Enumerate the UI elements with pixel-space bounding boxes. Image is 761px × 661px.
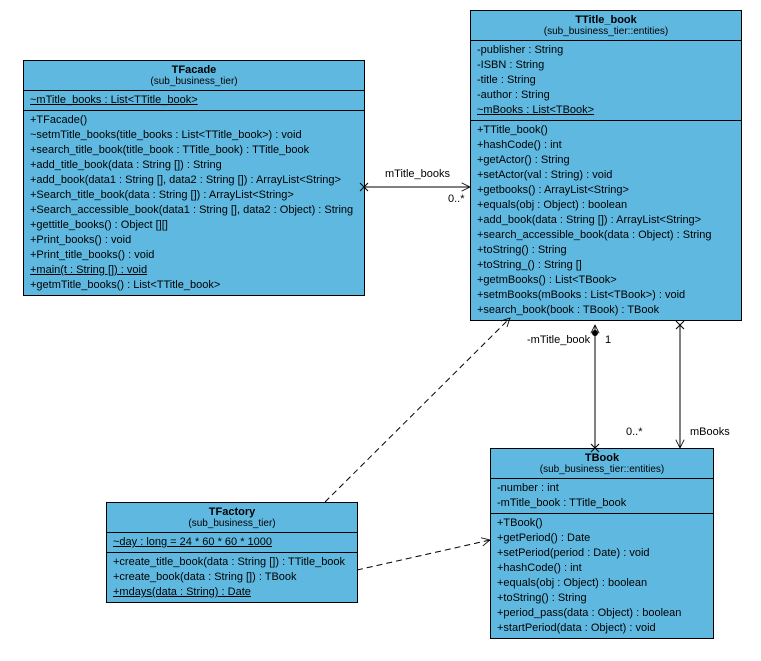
class-tfacade-attrs: ~mTitle_books : List<TTitle_book> — [24, 91, 364, 111]
class-tfacade-name: TFacade — [30, 64, 358, 76]
class-tfactory-stereotype: (sub_business_tier) — [113, 518, 351, 529]
dep-factory-ttitlebook — [325, 318, 510, 502]
class-ttitlebook-ops: +TTitle_book() +hashCode() : int +getAct… — [471, 121, 741, 320]
class-tfactory[interactable]: TFactory (sub_business_tier) ~day : long… — [106, 502, 358, 603]
class-tfactory-name: TFactory — [113, 506, 351, 518]
label-mtitle-books-mult: 0..* — [448, 193, 465, 205]
class-tfacade[interactable]: TFacade (sub_business_tier) ~mTitle_book… — [23, 60, 365, 296]
class-ttitlebook[interactable]: TTitle_book (sub_business_tier::entities… — [470, 10, 742, 321]
label-mbooks: mBooks — [690, 426, 730, 438]
class-tfacade-header: TFacade (sub_business_tier) — [24, 61, 364, 91]
class-tbook-ops: +TBook() +getPeriod() : Date +setPeriod(… — [491, 514, 713, 638]
class-tfactory-ops: +create_title_book(data : String []) : T… — [107, 553, 357, 602]
label-mbooks-mult: 0..* — [626, 426, 643, 438]
class-tbook-name: TBook — [497, 452, 707, 464]
class-ttitlebook-name: TTitle_book — [477, 14, 735, 26]
class-ttitlebook-stereotype: (sub_business_tier::entities) — [477, 26, 735, 37]
class-ttitlebook-header: TTitle_book (sub_business_tier::entities… — [471, 11, 741, 41]
class-tfactory-attrs: ~day : long = 24 * 60 * 60 * 1000 — [107, 533, 357, 553]
label-mtitle-book: -mTitle_book — [527, 334, 590, 346]
class-tfacade-ops: +TFacade() ~setmTitle_books(title_books … — [24, 111, 364, 295]
class-tfacade-stereotype: (sub_business_tier) — [30, 76, 358, 87]
dep-factory-tbook — [357, 540, 490, 570]
class-tfactory-header: TFactory (sub_business_tier) — [107, 503, 357, 533]
label-mtitle-books: mTitle_books — [385, 168, 450, 180]
label-mtitle-book-mult: 1 — [605, 334, 611, 346]
class-tbook-stereotype: (sub_business_tier::entities) — [497, 464, 707, 475]
class-ttitlebook-attrs: -publisher : String -ISBN : String -titl… — [471, 41, 741, 121]
class-tbook[interactable]: TBook (sub_business_tier::entities) -num… — [490, 448, 714, 639]
class-tbook-attrs: -number : int -mTitle_book : TTitle_book — [491, 479, 713, 514]
class-tbook-header: TBook (sub_business_tier::entities) — [491, 449, 713, 479]
